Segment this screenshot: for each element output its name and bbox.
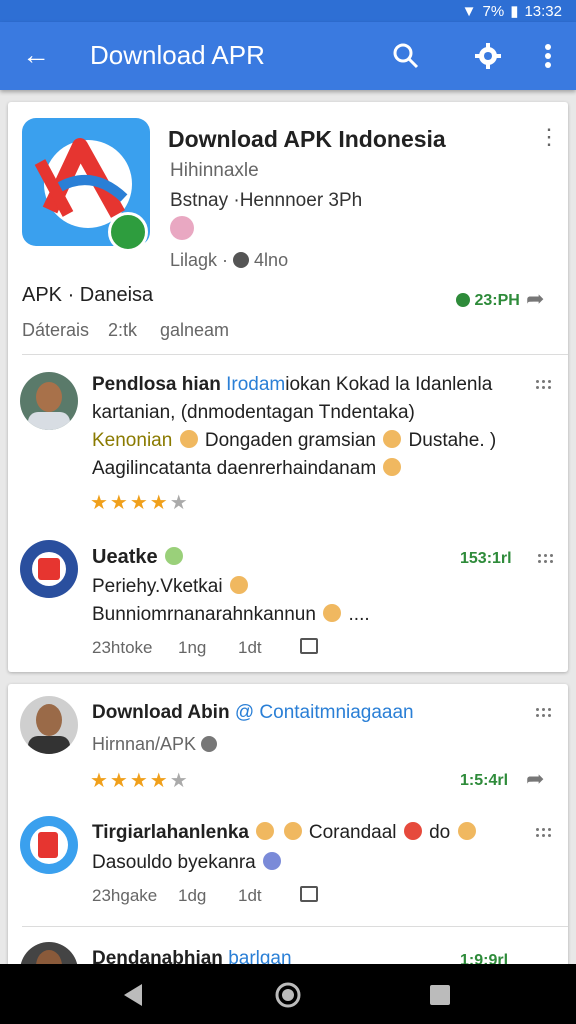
emoji-icon <box>323 604 342 622</box>
clock-icon <box>456 293 470 307</box>
emoji-icon <box>179 430 198 448</box>
share-arrow-icon[interactable]: ➦ <box>526 766 544 792</box>
post1-title: Pendlosa hian Irodamiokan Kokad la Idanl… <box>92 374 493 395</box>
tab-third[interactable]: galneam <box>160 320 229 341</box>
back-arrow-icon[interactable]: ← <box>22 40 54 72</box>
share-arrow-icon[interactable]: ➦ <box>526 286 544 312</box>
more-vert-icon[interactable] <box>532 40 564 72</box>
verified-badge-icon <box>108 212 148 252</box>
avatar[interactable] <box>20 540 78 598</box>
feed-card-1: Download APK Indonesia ⋮ Hihinnaxle Bstn… <box>8 102 568 672</box>
search-icon[interactable] <box>390 40 422 72</box>
post2-stat-comments[interactable]: 1dt <box>238 638 262 658</box>
rating-stars: ★★★★★ <box>90 492 190 514</box>
emoji-icon <box>229 576 248 594</box>
emoji-icon <box>256 822 275 840</box>
app-bar: ← Download APR <box>0 22 576 90</box>
featured-title[interactable]: Download APK Indonesia <box>168 126 446 153</box>
emoji-icon <box>383 430 402 448</box>
page-title: Download APR <box>90 40 265 70</box>
divider <box>22 926 568 927</box>
tab-second[interactable]: 2:tk <box>108 320 137 341</box>
post2-title: Ueatke <box>92 546 185 569</box>
post3-time: 1:5:4rl <box>460 772 509 789</box>
post2-stat-views: 23htoke <box>92 638 153 657</box>
featured-subtitle: Hihinnaxle <box>170 160 259 181</box>
featured-line2: Bstnay ·Hennnoer 3Ph <box>170 190 363 211</box>
gear-icon[interactable] <box>472 40 504 72</box>
featured-meta: Lilagk · 4lno <box>170 250 289 270</box>
avatar[interactable] <box>20 696 78 754</box>
post1-line2: kartanian, (dnmodentagan Tndentaka) <box>92 402 415 423</box>
emoji-icon <box>457 822 476 840</box>
emoji-badge-icon <box>170 216 194 240</box>
post4-stat-views: 23hgake <box>92 886 158 905</box>
post2-stat-likes[interactable]: 1ng <box>178 638 206 658</box>
status-bar: ▼ 7% ▮ 13:32 <box>0 0 576 22</box>
post2-line2: Periehy.Vketkai <box>92 576 250 598</box>
save-icon[interactable] <box>300 638 318 654</box>
emoji-icon <box>403 822 422 840</box>
post4-title: Tirgiarlahanlenka Corandaal do <box>92 822 478 844</box>
nav-home-icon[interactable] <box>274 981 302 1009</box>
nav-recents-icon[interactable] <box>428 983 452 1007</box>
post2-line3: Bunniomrnanarahnkannun .... <box>92 604 370 625</box>
globe-icon <box>233 252 250 268</box>
battery-level: 7% <box>482 2 505 20</box>
more-options-icon[interactable]: ⋮ <box>538 126 560 148</box>
save-icon[interactable] <box>300 886 318 902</box>
tab-details[interactable]: Dáterais <box>22 320 89 341</box>
featured-time: 23:PH <box>456 292 520 310</box>
avatar[interactable] <box>20 372 78 430</box>
clock: 13:32 <box>524 2 562 20</box>
avatar[interactable] <box>20 816 78 874</box>
signal-icon: ▼ <box>461 2 477 20</box>
emoji-icon <box>383 458 402 476</box>
nav-back-icon[interactable] <box>120 982 146 1008</box>
post2-time: 153:1rl <box>460 550 512 567</box>
grid-menu-icon[interactable] <box>536 380 552 392</box>
post4-stat-likes[interactable]: 1dg <box>178 886 206 906</box>
post4-stat-comments[interactable]: 1dt <box>238 886 262 906</box>
grid-menu-icon[interactable] <box>536 828 552 840</box>
grid-menu-icon[interactable] <box>536 708 552 720</box>
feed-card-2: Download Abin @ Contaitmniagaaan Hirnnan… <box>8 684 568 1000</box>
battery-icon: ▮ <box>510 3 519 20</box>
post4-line2: Dasouldo byekanra <box>92 852 283 874</box>
emoji-icon <box>263 852 281 870</box>
divider <box>22 354 568 355</box>
post1-line4: Aagilincatanta daenrerhaindanam <box>92 458 403 480</box>
system-nav-bar <box>0 964 576 1024</box>
grid-menu-icon[interactable] <box>538 554 554 566</box>
emoji-icon <box>165 547 184 565</box>
post3-subtitle: Hirnnan/APK <box>92 734 218 755</box>
emoji-icon <box>283 822 302 840</box>
post3-title: Download Abin @ Contaitmniagaaan <box>92 702 414 723</box>
post1-line3: Kenonian Dongaden gramsian Dustahe. ) <box>92 430 497 451</box>
rating-stars: ★★★★★ <box>90 770 190 792</box>
globe-icon <box>201 736 218 752</box>
featured-name: APK · Daneisa <box>22 284 154 306</box>
